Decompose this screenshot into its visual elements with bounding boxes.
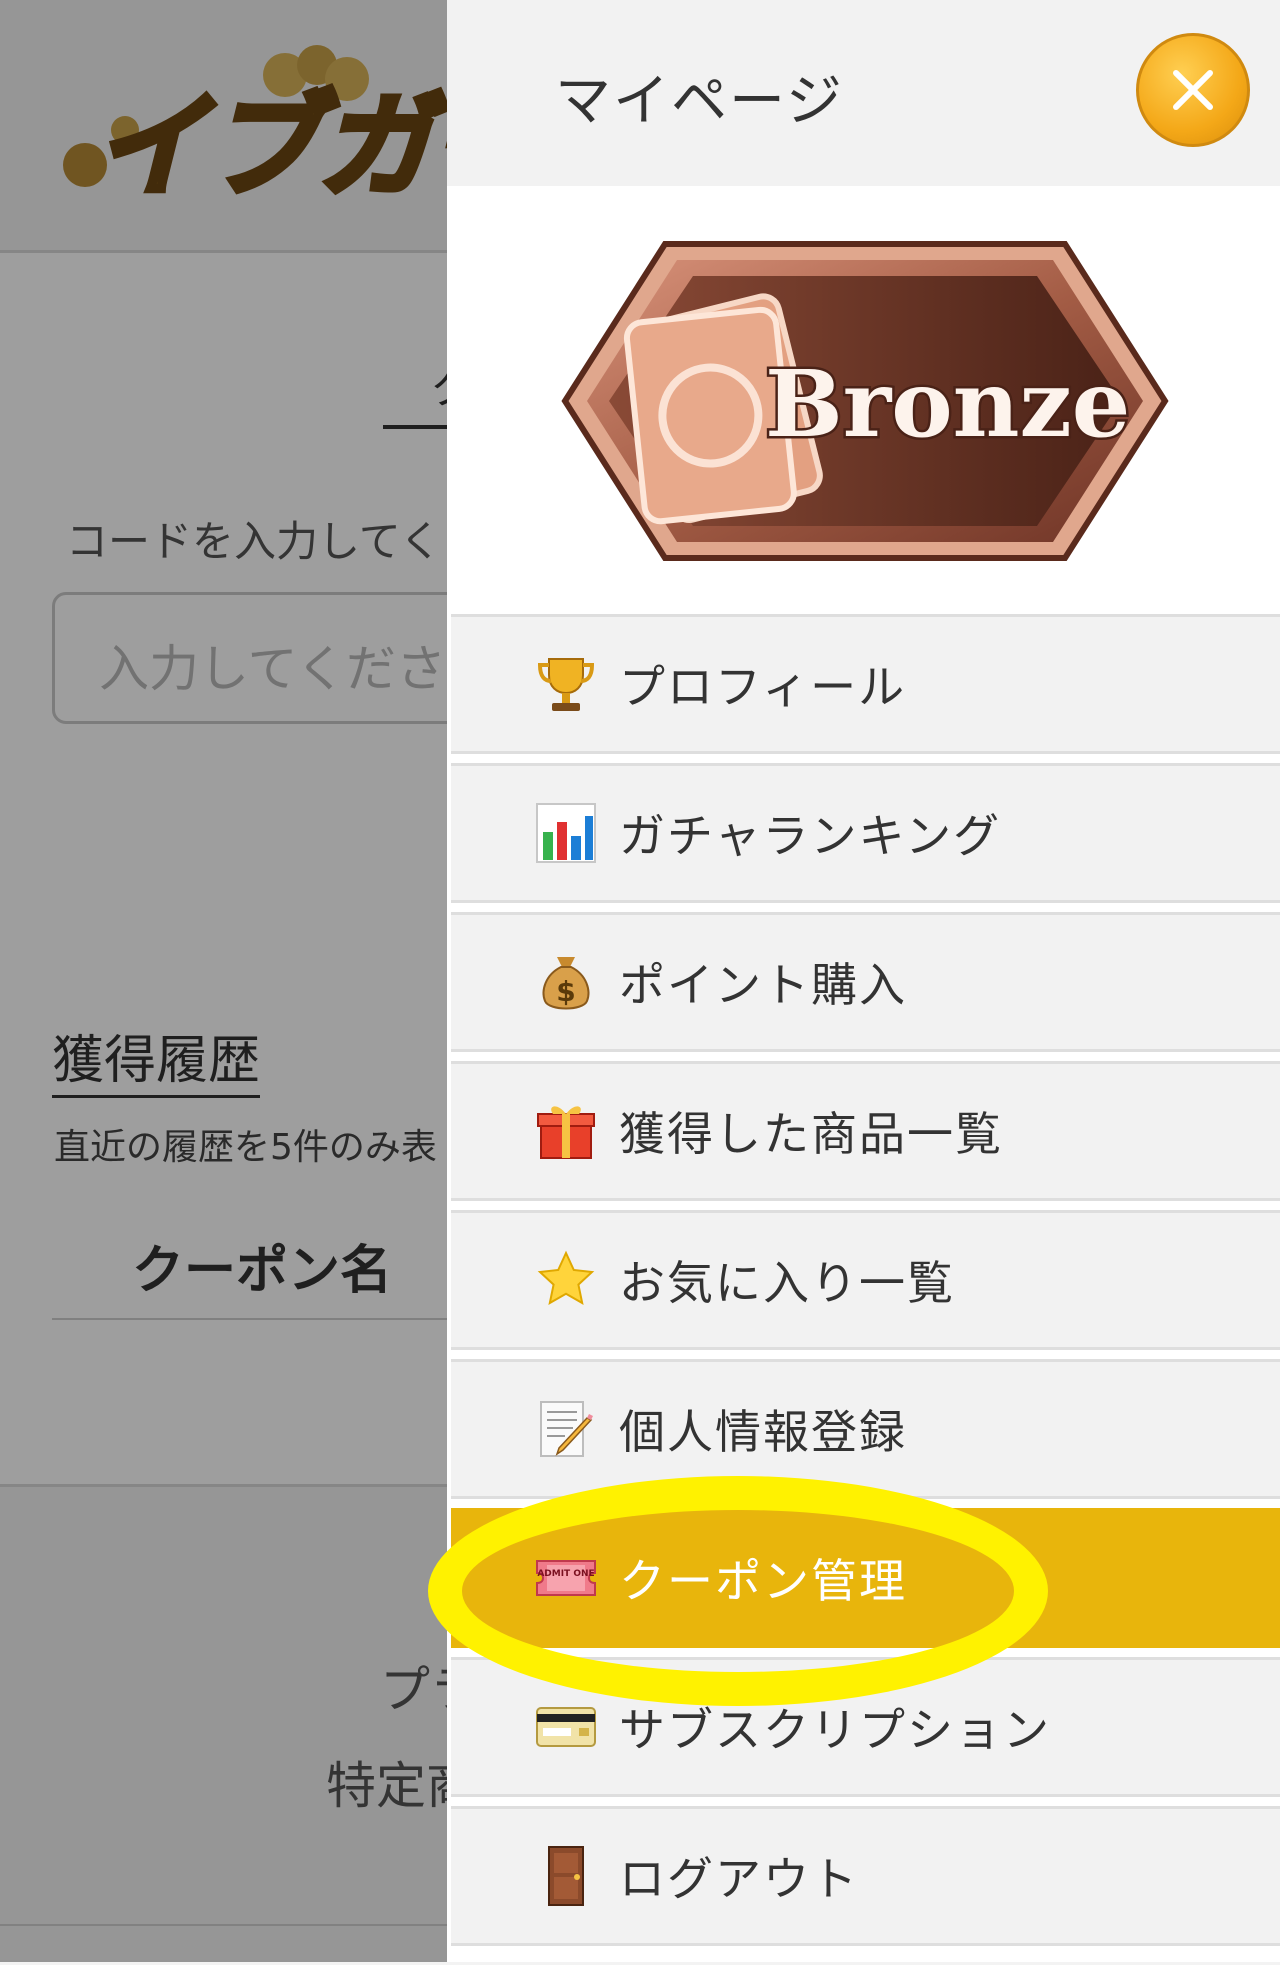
memo-icon bbox=[535, 1398, 597, 1460]
menu-item-gacha-ranking[interactable]: ガチャランキング bbox=[451, 763, 1280, 903]
bar-chart-icon bbox=[535, 802, 597, 864]
rank-badge: Bronze bbox=[555, 236, 1175, 566]
ticket-icon: ADMIT ONE bbox=[535, 1547, 597, 1609]
money-bag-icon: $ bbox=[535, 951, 597, 1013]
menu-item-label: お気に入り一覧 bbox=[619, 1256, 955, 1310]
menu-item-coupon-management[interactable]: ADMIT ONE クーポン管理 bbox=[451, 1508, 1280, 1648]
menu-item-profile[interactable]: プロフィール bbox=[451, 614, 1280, 754]
gift-icon bbox=[535, 1100, 597, 1162]
menu-item-label: クーポン管理 bbox=[619, 1554, 907, 1608]
menu-item-logout[interactable]: ログアウト bbox=[451, 1806, 1280, 1946]
svg-text:$: $ bbox=[556, 975, 575, 1008]
trophy-icon bbox=[535, 653, 597, 715]
menu-item-label: 個人情報登録 bbox=[619, 1405, 907, 1459]
credit-card-icon bbox=[535, 1696, 597, 1758]
menu-item-point-purchase[interactable]: $ ポイント購入 bbox=[451, 912, 1280, 1052]
menu-item-label: ガチャランキング bbox=[619, 809, 1002, 863]
menu-item-acquired-items[interactable]: 獲得した商品一覧 bbox=[451, 1061, 1280, 1201]
menu-item-favorites[interactable]: お気に入り一覧 bbox=[451, 1210, 1280, 1350]
close-icon bbox=[1173, 70, 1213, 110]
menu-item-label: プロフィール bbox=[619, 660, 907, 714]
mypage-menu: プロフィール ガチャランキング $ ポイント購入 獲得した商品一覧 お気に入り一… bbox=[451, 614, 1280, 1955]
ticket-icon-text: ADMIT ONE bbox=[537, 1569, 594, 1579]
rank-badge-label: Bronze bbox=[765, 350, 1130, 458]
menu-item-label: ポイント購入 bbox=[619, 958, 907, 1012]
menu-item-label: 獲得した商品一覧 bbox=[619, 1107, 1003, 1161]
close-button[interactable] bbox=[1136, 33, 1250, 147]
menu-item-label: ログアウト bbox=[619, 1852, 859, 1906]
mypage-drawer: マイページ Bronze プロフィール ガチャランキング $ ポイント購入 獲得… bbox=[447, 0, 1280, 1962]
drawer-header: マイページ bbox=[447, 0, 1280, 186]
menu-item-label: サブスクリプション bbox=[619, 1703, 1051, 1757]
menu-item-personal-info[interactable]: 個人情報登録 bbox=[451, 1359, 1280, 1499]
menu-item-subscription[interactable]: サブスクリプション bbox=[451, 1657, 1280, 1797]
drawer-title: マイページ bbox=[555, 69, 844, 134]
star-icon bbox=[535, 1249, 597, 1311]
door-icon bbox=[535, 1845, 597, 1907]
